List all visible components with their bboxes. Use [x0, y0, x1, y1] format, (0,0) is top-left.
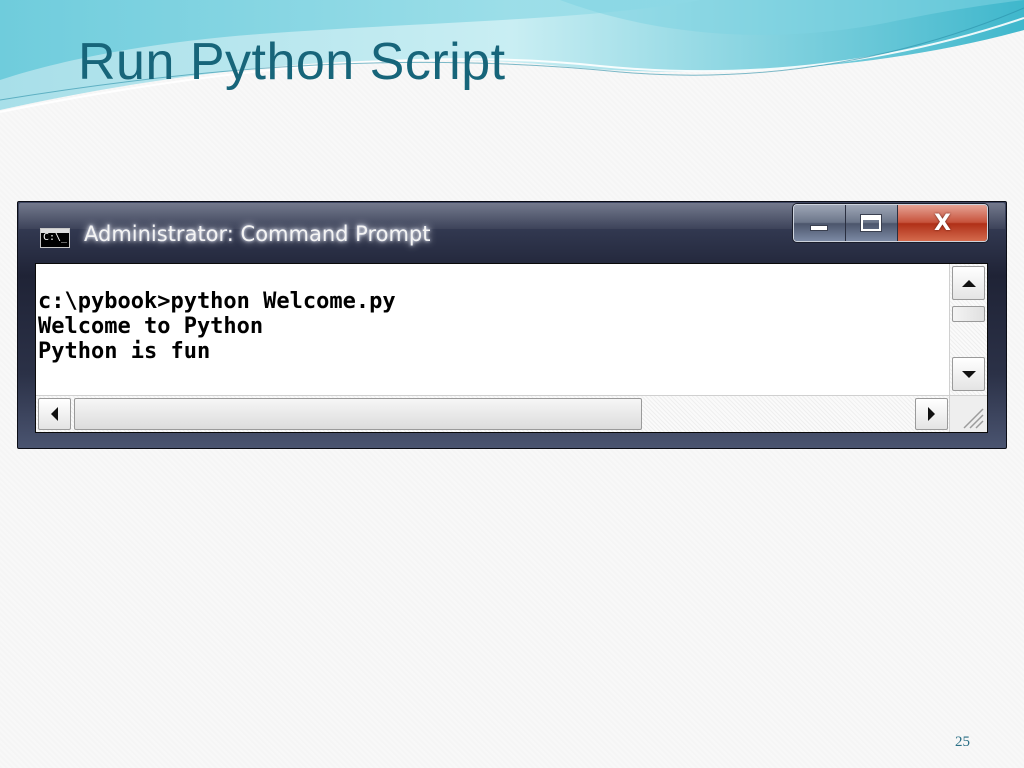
horizontal-scrollbar[interactable]	[36, 395, 950, 432]
resize-grip-icon	[963, 408, 984, 429]
console-line: c:\pybook>python Welcome.py	[38, 289, 396, 314]
console-line: Welcome to Python	[38, 314, 264, 339]
console-output[interactable]: c:\pybook>python Welcome.py Welcome to Py…	[37, 265, 949, 395]
scroll-down-button[interactable]	[952, 357, 985, 391]
scroll-left-button[interactable]	[38, 398, 71, 430]
resize-grip[interactable]	[949, 395, 987, 432]
scroll-up-button[interactable]	[952, 266, 985, 300]
vertical-scrollbar[interactable]	[949, 264, 987, 395]
command-prompt-window[interactable]: C:\_ Administrator: Command Prompt X c:\…	[17, 201, 1007, 449]
close-button[interactable]: X	[897, 205, 987, 241]
arrow-right-icon	[928, 407, 935, 421]
arrow-down-icon	[961, 370, 976, 378]
arrow-up-icon	[961, 279, 976, 287]
maximize-button[interactable]	[845, 205, 898, 241]
window-controls: X	[793, 204, 988, 242]
scroll-right-button[interactable]	[915, 398, 948, 430]
vertical-scroll-thumb[interactable]	[952, 306, 985, 322]
console-client-area[interactable]: c:\pybook>python Welcome.py Welcome to Py…	[35, 263, 988, 433]
command-prompt-icon[interactable]: C:\_	[40, 228, 70, 248]
arrow-left-icon	[51, 407, 58, 421]
window-title: Administrator: Command Prompt	[84, 222, 431, 246]
slide-title: Run Python Script	[78, 33, 506, 91]
minimize-icon	[810, 225, 829, 231]
minimize-button[interactable]	[794, 205, 846, 241]
console-line: Python is fun	[38, 339, 211, 364]
maximize-icon	[861, 215, 882, 231]
close-icon: X	[933, 210, 951, 236]
window-titlebar[interactable]: C:\_ Administrator: Command Prompt X	[18, 202, 1006, 262]
horizontal-scroll-thumb[interactable]	[74, 398, 642, 430]
slide-number: 25	[955, 734, 970, 750]
